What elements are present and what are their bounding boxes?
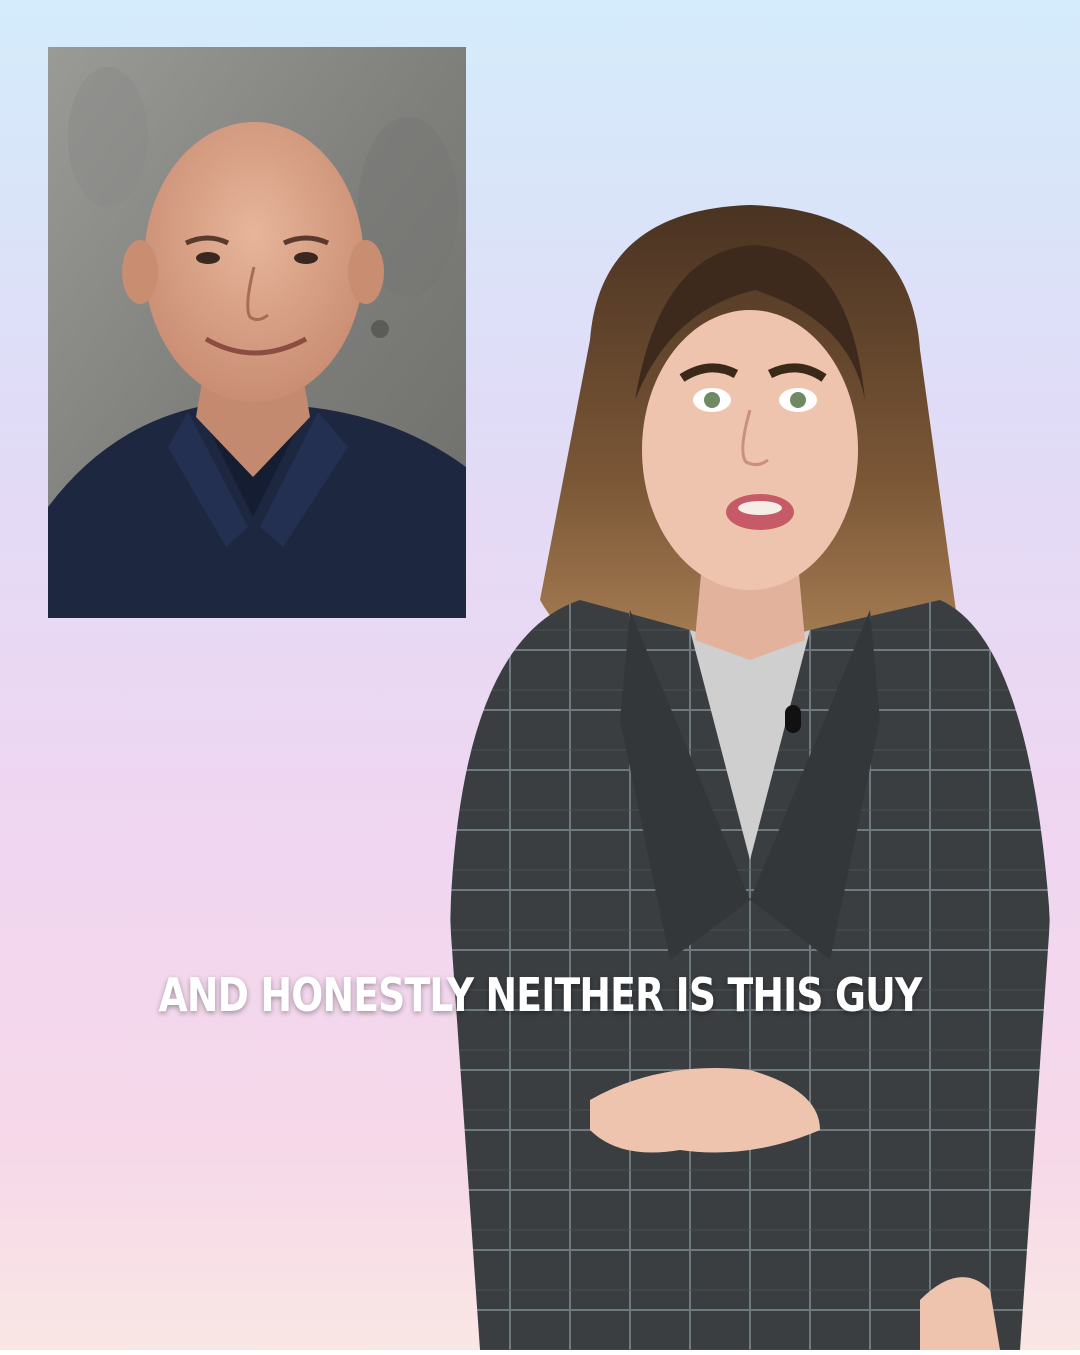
inset-photo bbox=[48, 47, 466, 618]
presenter bbox=[420, 200, 1080, 1350]
caption-text: AND HONESTLY NEITHER IS THIS GUY bbox=[158, 968, 923, 1022]
woman-presenter-icon bbox=[450, 205, 1050, 1350]
man-portrait-icon bbox=[48, 47, 466, 618]
